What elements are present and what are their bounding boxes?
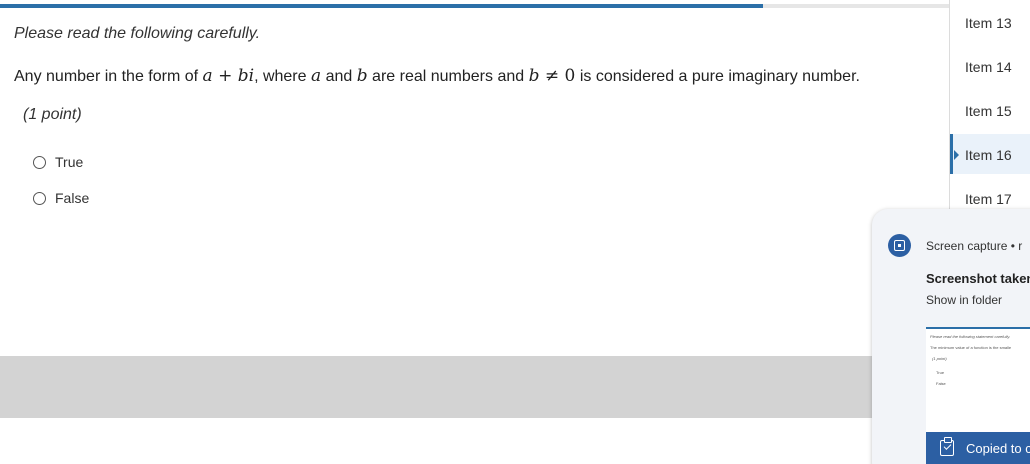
math-zero: 0 (564, 66, 576, 86)
screen-capture-icon (888, 234, 911, 257)
nav-item-16[interactable]: Item 16 (950, 134, 1030, 174)
radio-true[interactable] (33, 155, 46, 169)
copied-to-clipboard-bar: Copied to c (926, 432, 1030, 464)
screen-capture-notification[interactable]: Screen capture • r Screenshot taken Show… (872, 209, 1030, 464)
question-text: Any number in the form of a + bi, where … (14, 66, 860, 86)
thumbnail-line: (1 point) (932, 356, 947, 361)
math-b-var: b (356, 66, 368, 86)
choice-true-label: True (55, 154, 84, 170)
item-navigation: Item 13 Item 14 Item 15 Item 16 Item 17 (949, 0, 1030, 212)
progress-bar (0, 4, 950, 8)
nav-item-label: Item 13 (965, 15, 1012, 31)
nav-item-15[interactable]: Item 15 (950, 90, 1030, 130)
show-in-folder-link[interactable]: Show in folder (926, 293, 1002, 307)
math-a-var: a (310, 66, 322, 86)
math-plus: + (212, 66, 238, 86)
question-text-part: Any number in the form of (14, 68, 203, 85)
thumbnail-line: Please read the following statement care… (930, 334, 1011, 339)
question-text-part: and (321, 68, 357, 85)
nav-item-label: Item 17 (965, 191, 1012, 207)
math-not-equal: ≠ (539, 66, 565, 86)
copied-label: Copied to c (966, 441, 1030, 456)
nav-item-label: Item 15 (965, 103, 1012, 119)
nav-item-14[interactable]: Item 14 (950, 46, 1030, 86)
notification-title: Screenshot taken (926, 271, 1030, 286)
question-text-part: are real numbers and (367, 68, 529, 85)
clipboard-check-icon (940, 437, 954, 456)
points-label: (1 point) (23, 106, 82, 123)
choice-true[interactable]: True (33, 154, 83, 170)
nav-item-13[interactable]: Item 13 (950, 2, 1030, 42)
caret-right-icon (954, 150, 959, 160)
progress-bar-fill (0, 4, 763, 8)
question-text-part: is considered a pure imaginary number. (575, 68, 860, 85)
instructions-text: Please read the following carefully. (14, 25, 261, 42)
choice-false-label: False (55, 190, 90, 206)
nav-item-label: Item 14 (965, 59, 1012, 75)
notification-source: Screen capture • r (926, 239, 1023, 253)
math-bi: bi (237, 66, 255, 86)
math-a: a (202, 66, 213, 86)
choice-false[interactable]: False (33, 190, 89, 206)
math-b-condition: b (528, 66, 540, 86)
radio-false[interactable] (33, 191, 46, 205)
thumbnail-line: The minimum value of a function is the s… (930, 345, 1012, 350)
question-text-part: , where (254, 68, 311, 85)
thumbnail-line: False (936, 381, 946, 386)
nav-item-label: Item 16 (965, 147, 1012, 163)
screenshot-thumbnail[interactable]: Please read the following statement care… (926, 327, 1030, 432)
thumbnail-line: True (936, 370, 945, 375)
